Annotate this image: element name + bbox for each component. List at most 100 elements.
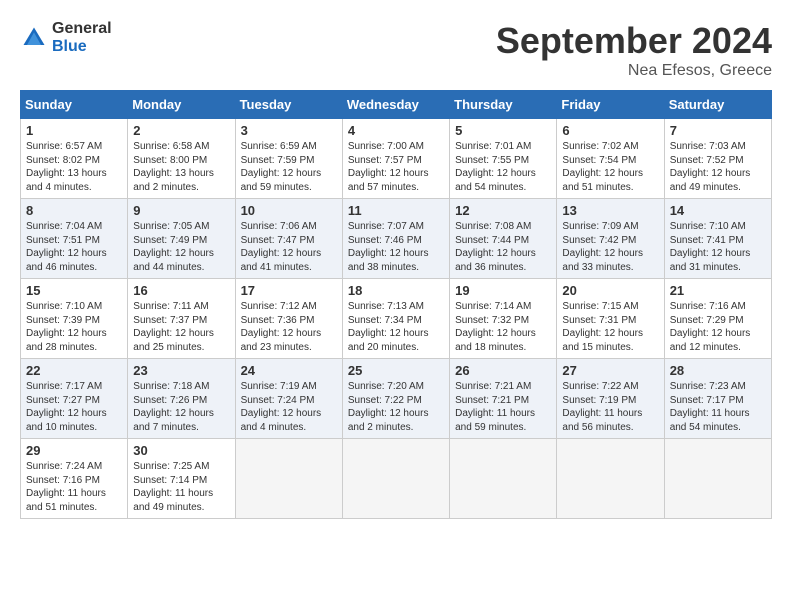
day-info: Sunrise: 7:18 AMSunset: 7:26 PMDaylight:…: [133, 380, 229, 434]
day-number: 1: [26, 123, 122, 138]
calendar-cell: [342, 439, 449, 519]
logo: General Blue: [20, 20, 112, 55]
day-number: 13: [562, 203, 658, 218]
day-info: Sunrise: 7:13 AMSunset: 7:34 PMDaylight:…: [348, 300, 444, 354]
calendar-cell: 4 Sunrise: 7:00 AMSunset: 7:57 PMDaylight…: [342, 119, 449, 199]
day-info: Sunrise: 7:20 AMSunset: 7:22 PMDaylight:…: [348, 380, 444, 434]
calendar-cell: 30 Sunrise: 7:25 AMSunset: 7:14 PMDayligh…: [128, 439, 235, 519]
day-number: 24: [241, 363, 337, 378]
day-number: 5: [455, 123, 551, 138]
day-info: Sunrise: 7:11 AMSunset: 7:37 PMDaylight:…: [133, 300, 229, 354]
day-info: Sunrise: 7:03 AMSunset: 7:52 PMDaylight:…: [670, 140, 766, 194]
day-number: 21: [670, 283, 766, 298]
day-number: 23: [133, 363, 229, 378]
calendar-cell: 18 Sunrise: 7:13 AMSunset: 7:34 PMDayligh…: [342, 279, 449, 359]
day-number: 11: [348, 203, 444, 218]
page-header: General Blue September 2024 Nea Efesos, …: [20, 20, 772, 80]
calendar-cell: 7Sunrise: 7:03 AMSunset: 7:52 PMDaylight…: [664, 119, 771, 199]
calendar-cell: 21 Sunrise: 7:16 AMSunset: 7:29 PMDayligh…: [664, 279, 771, 359]
calendar-cell: 23 Sunrise: 7:18 AMSunset: 7:26 PMDayligh…: [128, 359, 235, 439]
day-info: Sunrise: 7:07 AMSunset: 7:46 PMDaylight:…: [348, 220, 444, 274]
day-info: Sunrise: 7:06 AMSunset: 7:47 PMDaylight:…: [241, 220, 337, 274]
day-info: Sunrise: 7:12 AMSunset: 7:36 PMDaylight:…: [241, 300, 337, 354]
day-number: 29: [26, 443, 122, 458]
calendar-cell: [664, 439, 771, 519]
day-number: 30: [133, 443, 229, 458]
day-info: Sunrise: 7:05 AMSunset: 7:49 PMDaylight:…: [133, 220, 229, 274]
day-info: Sunrise: 6:58 AMSunset: 8:00 PMDaylight:…: [133, 140, 229, 194]
day-number: 17: [241, 283, 337, 298]
calendar-cell: 10 Sunrise: 7:06 AMSunset: 7:47 PMDayligh…: [235, 199, 342, 279]
weekday-header-thursday: Thursday: [450, 91, 557, 119]
day-number: 16: [133, 283, 229, 298]
day-info: Sunrise: 6:59 AMSunset: 7:59 PMDaylight:…: [241, 140, 337, 194]
calendar-week-5: 29 Sunrise: 7:24 AMSunset: 7:16 PMDayligh…: [21, 439, 772, 519]
calendar-cell: 27Sunrise: 7:22 AMSunset: 7:19 PMDayligh…: [557, 359, 664, 439]
day-number: 9: [133, 203, 229, 218]
month-title: September 2024: [496, 20, 772, 62]
calendar-table: SundayMondayTuesdayWednesdayThursdayFrid…: [20, 90, 772, 519]
calendar-cell: 13 Sunrise: 7:09 AMSunset: 7:42 PMDayligh…: [557, 199, 664, 279]
day-info: Sunrise: 7:23 AMSunset: 7:17 PMDaylight:…: [670, 380, 766, 434]
calendar-cell: 15Sunrise: 7:10 AMSunset: 7:39 PMDayligh…: [21, 279, 128, 359]
day-info: Sunrise: 7:00 AMSunset: 7:57 PMDaylight:…: [348, 140, 444, 194]
day-info: Sunrise: 7:02 AMSunset: 7:54 PMDaylight:…: [562, 140, 658, 194]
weekday-header-monday: Monday: [128, 91, 235, 119]
calendar-cell: 6Sunrise: 7:02 AMSunset: 7:54 PMDaylight…: [557, 119, 664, 199]
calendar-cell: 28 Sunrise: 7:23 AMSunset: 7:17 PMDayligh…: [664, 359, 771, 439]
logo-icon: [20, 24, 48, 52]
weekday-header-wednesday: Wednesday: [342, 91, 449, 119]
calendar-week-4: 22Sunrise: 7:17 AMSunset: 7:27 PMDayligh…: [21, 359, 772, 439]
weekday-header-saturday: Saturday: [664, 91, 771, 119]
day-number: 14: [670, 203, 766, 218]
weekday-header-row: SundayMondayTuesdayWednesdayThursdayFrid…: [21, 91, 772, 119]
day-number: 18: [348, 283, 444, 298]
calendar-cell: [557, 439, 664, 519]
day-info: Sunrise: 7:19 AMSunset: 7:24 PMDaylight:…: [241, 380, 337, 434]
calendar-cell: 29 Sunrise: 7:24 AMSunset: 7:16 PMDayligh…: [21, 439, 128, 519]
calendar-cell: 26Sunrise: 7:21 AMSunset: 7:21 PMDayligh…: [450, 359, 557, 439]
calendar-cell: [235, 439, 342, 519]
calendar-cell: 12Sunrise: 7:08 AMSunset: 7:44 PMDayligh…: [450, 199, 557, 279]
calendar-week-1: 1Sunrise: 6:57 AMSunset: 8:02 PMDaylight…: [21, 119, 772, 199]
calendar-cell: 8Sunrise: 7:04 AMSunset: 7:51 PMDaylight…: [21, 199, 128, 279]
day-info: Sunrise: 7:16 AMSunset: 7:29 PMDaylight:…: [670, 300, 766, 354]
day-info: Sunrise: 7:09 AMSunset: 7:42 PMDaylight:…: [562, 220, 658, 274]
day-info: Sunrise: 7:10 AMSunset: 7:39 PMDaylight:…: [26, 300, 122, 354]
day-number: 26: [455, 363, 551, 378]
day-info: Sunrise: 7:22 AMSunset: 7:19 PMDaylight:…: [562, 380, 658, 434]
day-info: Sunrise: 7:08 AMSunset: 7:44 PMDaylight:…: [455, 220, 551, 274]
day-info: Sunrise: 7:01 AMSunset: 7:55 PMDaylight:…: [455, 140, 551, 194]
calendar-cell: 3 Sunrise: 6:59 AMSunset: 7:59 PMDaylight…: [235, 119, 342, 199]
day-info: Sunrise: 7:15 AMSunset: 7:31 PMDaylight:…: [562, 300, 658, 354]
day-number: 4: [348, 123, 444, 138]
day-number: 2: [133, 123, 229, 138]
day-number: 19: [455, 283, 551, 298]
weekday-header-sunday: Sunday: [21, 91, 128, 119]
day-number: 10: [241, 203, 337, 218]
calendar-cell: 11 Sunrise: 7:07 AMSunset: 7:46 PMDayligh…: [342, 199, 449, 279]
day-number: 3: [241, 123, 337, 138]
day-info: Sunrise: 7:25 AMSunset: 7:14 PMDaylight:…: [133, 460, 229, 514]
day-number: 22: [26, 363, 122, 378]
calendar-week-3: 15Sunrise: 7:10 AMSunset: 7:39 PMDayligh…: [21, 279, 772, 359]
day-number: 28: [670, 363, 766, 378]
weekday-header-tuesday: Tuesday: [235, 91, 342, 119]
logo-text-general: General: [52, 20, 112, 38]
calendar-cell: 9 Sunrise: 7:05 AMSunset: 7:49 PMDaylight…: [128, 199, 235, 279]
calendar-cell: 2 Sunrise: 6:58 AMSunset: 8:00 PMDaylight…: [128, 119, 235, 199]
title-area: September 2024 Nea Efesos, Greece: [496, 20, 772, 80]
calendar-cell: [450, 439, 557, 519]
calendar-cell: 19Sunrise: 7:14 AMSunset: 7:32 PMDayligh…: [450, 279, 557, 359]
logo-text-blue: Blue: [52, 38, 112, 56]
calendar-cell: 1Sunrise: 6:57 AMSunset: 8:02 PMDaylight…: [21, 119, 128, 199]
day-info: Sunrise: 7:04 AMSunset: 7:51 PMDaylight:…: [26, 220, 122, 274]
weekday-header-friday: Friday: [557, 91, 664, 119]
day-info: Sunrise: 7:24 AMSunset: 7:16 PMDaylight:…: [26, 460, 122, 514]
calendar-cell: 20Sunrise: 7:15 AMSunset: 7:31 PMDayligh…: [557, 279, 664, 359]
location-title: Nea Efesos, Greece: [496, 62, 772, 80]
calendar-week-2: 8Sunrise: 7:04 AMSunset: 7:51 PMDaylight…: [21, 199, 772, 279]
calendar-cell: 24 Sunrise: 7:19 AMSunset: 7:24 PMDayligh…: [235, 359, 342, 439]
calendar-cell: 5 Sunrise: 7:01 AMSunset: 7:55 PMDaylight…: [450, 119, 557, 199]
calendar-cell: 14Sunrise: 7:10 AMSunset: 7:41 PMDayligh…: [664, 199, 771, 279]
